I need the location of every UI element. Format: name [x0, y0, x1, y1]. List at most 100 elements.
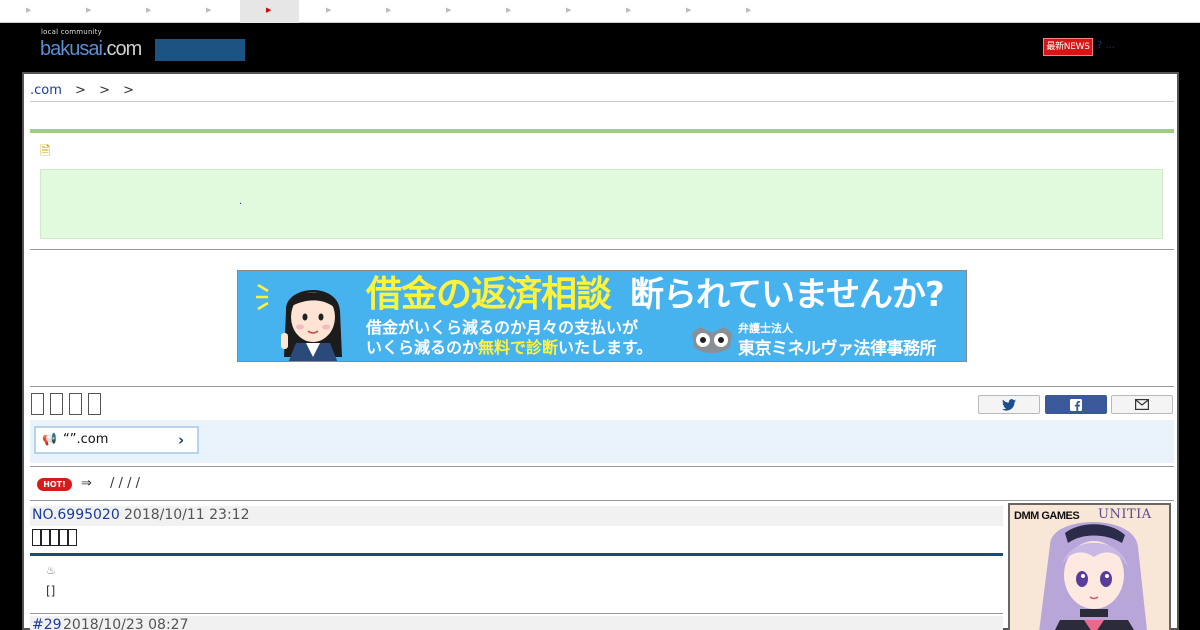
- area-selector[interactable]: [155, 39, 245, 61]
- post-title-rule: [30, 553, 1003, 556]
- nav-tab[interactable]: ▶: [540, 0, 599, 23]
- post-title: [32, 529, 77, 553]
- breadcrumb-home[interactable]: .com: [30, 83, 62, 98]
- caret-right-icon: ▶: [626, 6, 632, 14]
- share-mail-button[interactable]: [1111, 395, 1173, 414]
- logo-word: bakusai: [40, 38, 103, 60]
- document-icon: 🗎: [40, 144, 51, 159]
- arrow-icon: ⇒: [81, 476, 92, 491]
- debt-consultation-ad-banner[interactable]: 借金の返済相談 断られていませんか? 借金がいくら減るのか月々の支払いが いくら…: [237, 270, 967, 362]
- caret-right-icon: ▶: [26, 6, 32, 14]
- divider: [30, 101, 1174, 102]
- pr-link-area: 📢 “”.com ›: [30, 420, 1174, 463]
- nav-tab[interactable]: ▶: [180, 0, 239, 23]
- divider: [30, 500, 1174, 501]
- nav-tab[interactable]: ▶: [360, 0, 419, 23]
- nav-tab[interactable]: ▶: [300, 0, 359, 23]
- logo-tagline: local community: [41, 28, 103, 36]
- notice-text: .: [239, 196, 243, 207]
- hot-badge: HOT!: [37, 478, 72, 491]
- caret-right-icon: ▶: [566, 6, 572, 14]
- main-container: .com > > > 🗎 . 借金の返済相談 断られていませんか? 借金がいくら…: [22, 72, 1179, 630]
- missing-glyph: [31, 393, 44, 415]
- side-ad-brand: DMM GAMES: [1014, 510, 1080, 522]
- caret-right-icon: ▶: [746, 6, 752, 14]
- side-ad-title: UNITIA: [1098, 507, 1152, 522]
- caret-right-icon: ▶: [86, 6, 92, 14]
- notice-box: .: [40, 169, 1163, 239]
- game-ad-banner[interactable]: DMM GAMES UNITIA: [1008, 503, 1171, 630]
- reply-number[interactable]: #29: [32, 617, 62, 630]
- content-area: .com > > > 🗎 . 借金の返済相談 断られていませんか? 借金がいくら…: [30, 79, 1174, 630]
- thread-title: [31, 393, 107, 417]
- missing-glyph: [41, 529, 50, 546]
- hot-link-list[interactable]: / / / /: [110, 476, 140, 491]
- caret-right-icon: ▶: [386, 6, 392, 14]
- spark-lines-icon: [256, 283, 269, 311]
- nav-tab-active[interactable]: ▶: [240, 0, 299, 23]
- missing-glyph: [88, 393, 101, 415]
- share-facebook-button[interactable]: [1045, 395, 1107, 414]
- missing-glyph: [68, 529, 77, 546]
- missing-glyph: [59, 529, 68, 546]
- section-accent-bar: [30, 129, 1174, 133]
- ad-headline-white: 断られていませんか?: [630, 275, 945, 315]
- share-twitter-button[interactable]: [978, 395, 1040, 414]
- breadcrumb-separator: >: [99, 83, 110, 98]
- post-body: []: [46, 584, 56, 598]
- chevron-right-icon: ›: [178, 431, 185, 449]
- hot-links[interactable]: ⇒ / / / /: [81, 476, 140, 491]
- nav-tab[interactable]: ▶: [720, 0, 779, 23]
- pr-link[interactable]: 📢 “”.com ›: [34, 426, 199, 454]
- facebook-icon: [1070, 399, 1082, 411]
- caret-right-icon: ▶: [686, 6, 692, 14]
- site-logo[interactable]: local community bakusai.com: [40, 28, 152, 62]
- post-date: 2018/10/11 23:12: [124, 507, 250, 523]
- pr-link-text: “”.com: [63, 432, 109, 447]
- anime-character-illustration: [1010, 505, 1169, 630]
- nav-tab[interactable]: ▶: [60, 0, 119, 23]
- missing-glyph: [32, 529, 41, 546]
- top-navigation: ▶ ▶ ▶ ▶ ▶ ▶ ▶ ▶ ▶ ▶ ▶ ▶ ▶: [0, 0, 1200, 23]
- nav-tab[interactable]: ▶: [420, 0, 479, 23]
- post-number[interactable]: NO.6995020: [32, 507, 120, 523]
- caret-right-icon: ▶: [326, 6, 332, 14]
- owl-logo-icon: [692, 327, 732, 353]
- nav-tab[interactable]: ▶: [120, 0, 179, 23]
- twitter-icon: [1002, 399, 1016, 411]
- missing-glyph: [50, 529, 59, 546]
- hot-spring-icon: ♨: [46, 564, 56, 577]
- missing-glyph: [69, 393, 82, 415]
- breadcrumb-separator: >: [75, 83, 86, 98]
- nav-tab[interactable]: ▶: [660, 0, 719, 23]
- nav-tab[interactable]: ▶: [480, 0, 539, 23]
- divider: [30, 249, 1174, 250]
- ad-headline-yellow: 借金の返済相談: [366, 274, 612, 315]
- reply-date: 2018/10/23 08:27: [63, 617, 189, 630]
- missing-glyph: [50, 393, 63, 415]
- breadcrumb: .com > > >: [30, 83, 134, 98]
- logo-com: com: [106, 38, 143, 60]
- ad-line-3c: いたします。: [558, 338, 653, 357]
- news-more-link[interactable]: ? ...: [1097, 40, 1115, 51]
- breadcrumb-separator: >: [123, 83, 135, 98]
- divider: [30, 466, 1174, 467]
- divider: [30, 386, 1174, 387]
- woman-illustration: [281, 289, 342, 361]
- ad-line-3: いくら減るのか無料で診断いたします。: [366, 338, 652, 358]
- nav-tab[interactable]: ▶: [0, 0, 59, 23]
- nav-tab[interactable]: ▶: [600, 0, 659, 23]
- logo-wordmark: bakusai.com: [40, 38, 143, 61]
- caret-right-icon: ▶: [266, 6, 272, 14]
- ad-line-2: 借金がいくら減るのか月々の支払いが: [366, 318, 639, 337]
- ad-line-3a: いくら減るのか: [366, 338, 479, 357]
- latest-news-badge[interactable]: 最新NEWS: [1043, 38, 1093, 56]
- mail-icon: [1135, 399, 1149, 410]
- ad-line-3b: 無料で診断: [478, 338, 559, 357]
- megaphone-icon: 📢: [42, 432, 57, 446]
- divider: [30, 613, 1003, 614]
- caret-right-icon: ▶: [146, 6, 152, 14]
- caret-right-icon: ▶: [506, 6, 512, 14]
- caret-right-icon: ▶: [446, 6, 452, 14]
- ad-firm-name: 東京ミネルヴァ法律事務所: [738, 339, 937, 359]
